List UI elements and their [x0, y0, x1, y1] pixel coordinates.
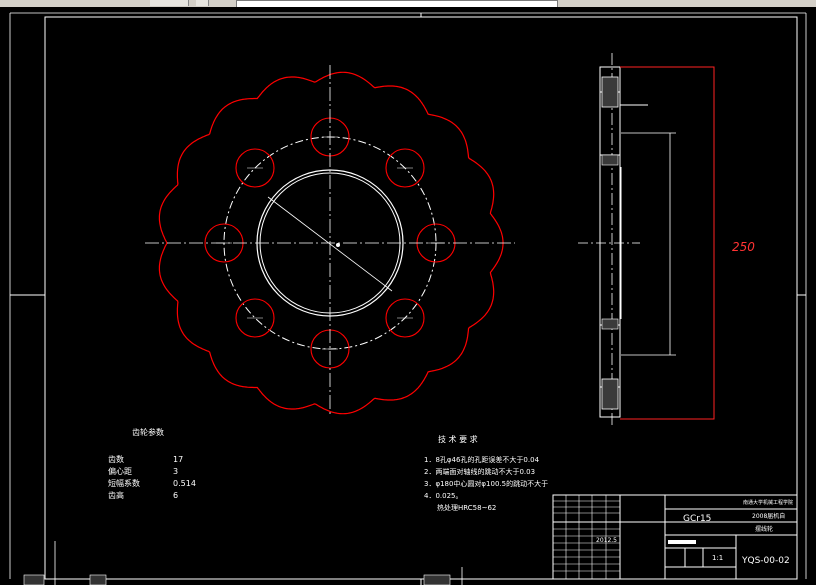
param-value: 3: [173, 467, 178, 476]
toolbar-button[interactable]: [196, 0, 209, 6]
side-dimension-label: 250: [732, 240, 755, 254]
toolbar-button[interactable]: [150, 0, 189, 6]
center-mark: [336, 243, 340, 247]
drawing-number-label: YQS-00-02: [741, 556, 790, 566]
technical-requirements-title: 技 术 要 求: [438, 434, 478, 444]
title-block-fill: [668, 540, 696, 544]
material-label: GCr15: [683, 514, 711, 524]
param-value: 6: [173, 491, 178, 500]
tech-requirement-line: 3．φ180中心圆对φ100.5的跳动不大于: [424, 479, 548, 488]
param-value: 0.514: [173, 479, 196, 488]
tech-requirement-line: 2．两端面对轴线的跳动不大于0.03: [424, 467, 535, 476]
section-hatch-bottom: [601, 378, 619, 410]
date-label: 2012.5: [596, 537, 617, 544]
gear-parameters-title: 齿轮参数: [132, 427, 164, 437]
tech-requirement-line: 4．0.025。: [424, 492, 463, 500]
sheet-title-label: 摆线轮: [755, 525, 773, 533]
section-hatch-top: [601, 76, 619, 108]
section-hatch-mid-bottom: [601, 318, 619, 330]
tech-requirement-line: 热处理HRC58~62: [437, 503, 496, 512]
param-value: 17: [173, 455, 183, 464]
section-hatch-mid-top: [601, 154, 619, 166]
param-label: 齿高: [108, 490, 124, 500]
school-label: 南通大学机械工程学院: [743, 499, 793, 506]
scale-label: 1:1: [712, 554, 723, 562]
class-code-label: 2008届机自: [752, 512, 785, 520]
param-label: 偏心距: [108, 466, 132, 476]
cad-drawing-canvas[interactable]: 250 齿轮参数 齿数 17 偏心距 3 短幅系数 0.514 齿高 6 技 术 要 求 1．…: [0, 7, 816, 585]
param-label: 齿数: [108, 454, 124, 464]
toolbar: [0, 0, 816, 8]
param-label: 短幅系数: [108, 478, 140, 488]
tech-requirement-line: 1．8孔φ46孔的孔距误差不大于0.04: [424, 455, 540, 464]
